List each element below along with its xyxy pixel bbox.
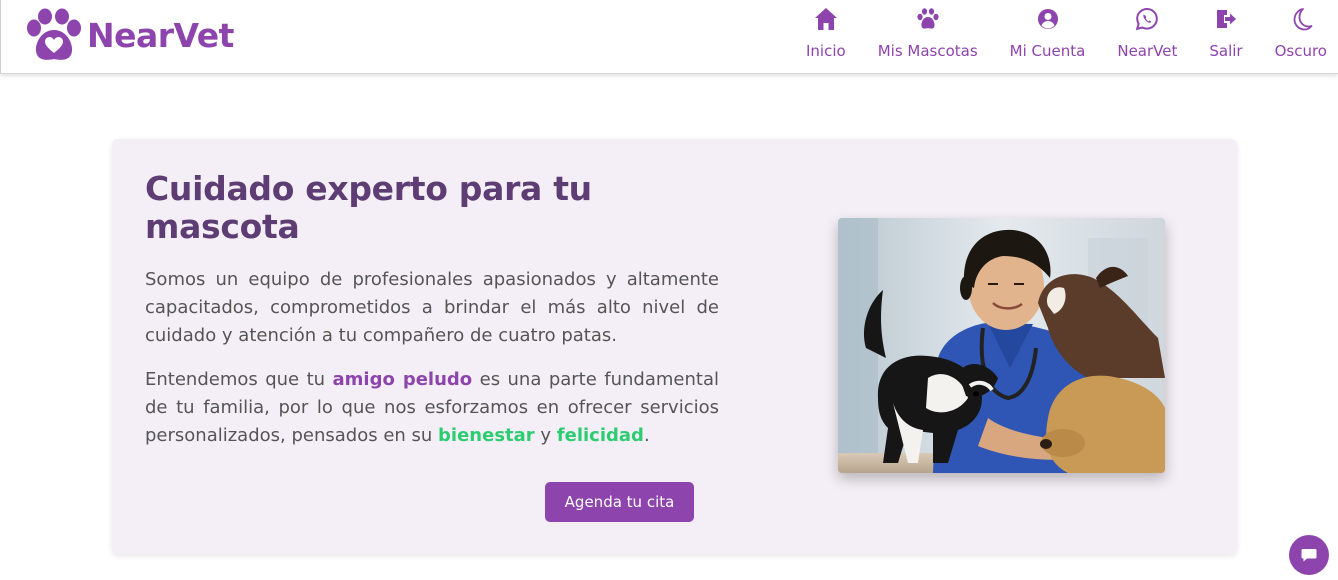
chat-button[interactable]	[1289, 535, 1329, 575]
nav-label-mis-mascotas: Mis Mascotas	[877, 42, 978, 60]
nav-label-inicio: Inicio	[806, 42, 846, 60]
hero-title: Cuidado experto para tu mascota	[145, 169, 592, 246]
highlight-felicidad: felicidad	[556, 425, 644, 446]
whatsapp-icon	[1136, 7, 1159, 31]
photo-illustration	[838, 218, 1165, 473]
hero-paragraph-2-text: y	[534, 425, 557, 446]
highlight-bienestar: bienestar	[438, 425, 535, 446]
nav-item-mi-cuenta[interactable]: Mi Cuenta	[994, 6, 1102, 60]
nav-label-salir: Salir	[1209, 42, 1243, 60]
vet-with-puppies-photo	[838, 218, 1165, 473]
paw-icon	[917, 8, 939, 29]
logout-icon	[1216, 10, 1236, 28]
paw-heart-icon	[27, 8, 81, 60]
highlight-amigo-peludo: amigo peludo	[332, 369, 473, 390]
moon-icon	[1293, 8, 1313, 31]
hero-paragraph-2-text: .	[643, 425, 650, 446]
navbar: NearVet Inicio Mis Mascotas Mi Cuenta Ne…	[0, 0, 1338, 74]
user-circle-icon	[1037, 9, 1058, 29]
hero-card: Cuidado experto para tu mascota Somos un…	[112, 139, 1237, 554]
main-nav: Inicio Mis Mascotas Mi Cuenta NearVet Sa…	[796, 6, 1327, 60]
brand-link[interactable]: NearVet	[23, 8, 234, 62]
nav-item-mis-mascotas[interactable]: Mis Mascotas	[862, 6, 994, 60]
hero-paragraph-2: Entendemos que tu amigo peludo es una pa…	[145, 366, 719, 450]
nav-label-mi-cuenta: Mi Cuenta	[1009, 42, 1086, 60]
nav-item-salir[interactable]: Salir	[1193, 6, 1258, 60]
brand-name: NearVet	[87, 15, 234, 55]
book-appointment-button[interactable]: Agenda tu cita	[545, 482, 694, 522]
chat-bubble-icon	[1301, 549, 1317, 562]
hero-paragraph-1: Somos un equipo de profesionales apasion…	[145, 269, 719, 346]
nav-label-oscuro: Oscuro	[1274, 42, 1327, 60]
home-icon	[814, 8, 837, 30]
nav-item-oscuro[interactable]: Oscuro	[1259, 6, 1327, 60]
nav-item-inicio[interactable]: Inicio	[796, 6, 862, 60]
nav-label-nearvet: NearVet	[1117, 42, 1178, 60]
hero-paragraph-2-text: Entendemos que tu	[145, 369, 333, 390]
nav-item-nearvet-whatsapp[interactable]: NearVet	[1101, 6, 1193, 60]
